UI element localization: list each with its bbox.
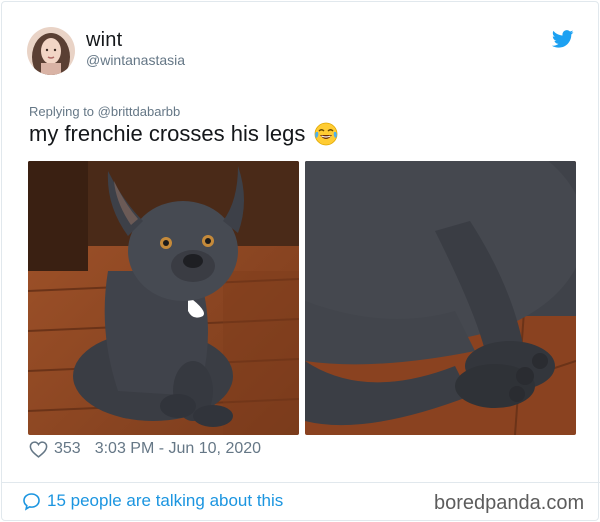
tweet-meta: 353 3:03 PM - Jun 10, 2020 (29, 440, 261, 458)
tweet-media (28, 161, 576, 435)
tweet-text-content: my frenchie crosses his legs (29, 121, 306, 146)
author-handle[interactable]: @wintanastasia (86, 52, 185, 68)
photo-dog-sitting[interactable] (28, 161, 299, 435)
photo-crossed-paws[interactable] (305, 161, 576, 435)
tweet-card: wint @wintanastasia Replying to @brittda… (1, 1, 600, 521)
tweet-text: my frenchie crosses his legs (29, 121, 339, 147)
speech-bubble-icon (23, 492, 40, 511)
reply-context[interactable]: Replying to @brittdabarbb (29, 104, 180, 119)
talking-link[interactable]: 15 people are talking about this (22, 491, 283, 511)
heart-icon[interactable] (29, 440, 48, 458)
avatar[interactable] (27, 27, 75, 75)
twitter-bird-icon[interactable] (552, 30, 574, 48)
boredpanda-watermark: boredpanda.com (434, 492, 585, 514)
author-name[interactable]: wint (86, 29, 122, 52)
like-count: 353 (54, 440, 81, 457)
tweet-timestamp[interactable]: 3:03 PM - Jun 10, 2020 (95, 440, 261, 458)
talking-text[interactable]: 15 people are talking about this (47, 491, 283, 511)
tears-of-joy-emoji-icon (314, 122, 338, 146)
divider (2, 482, 600, 483)
